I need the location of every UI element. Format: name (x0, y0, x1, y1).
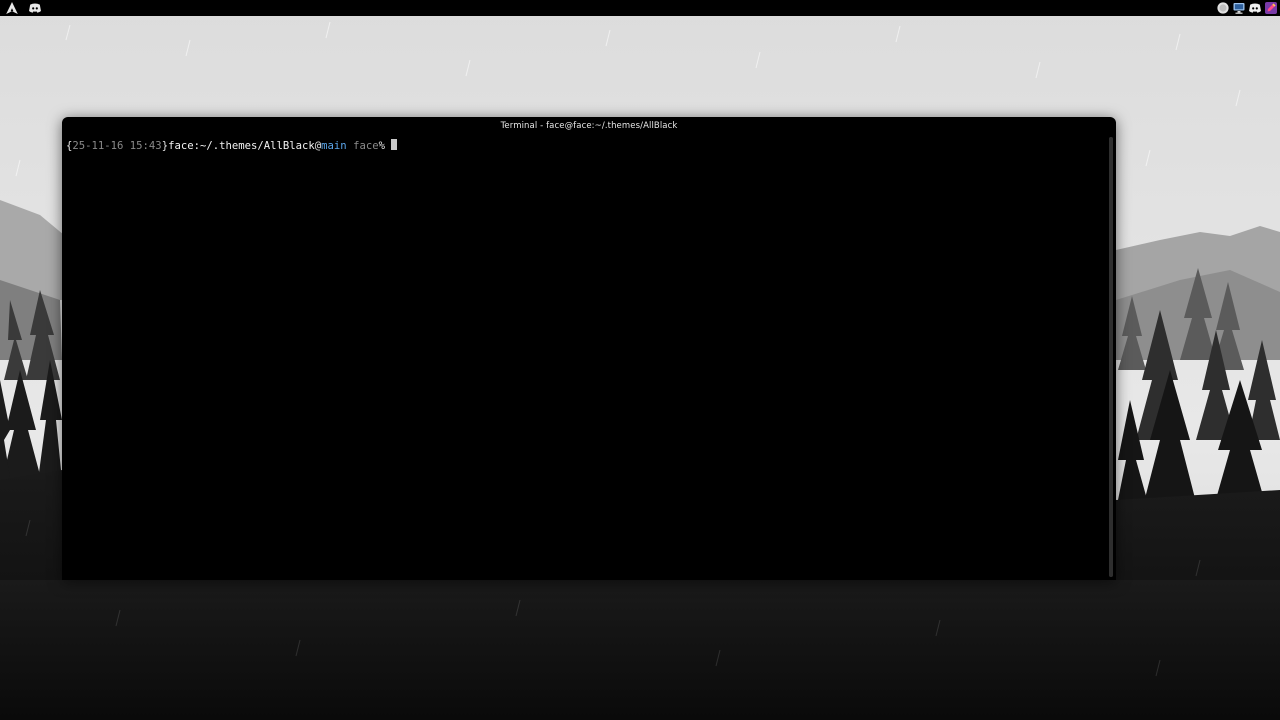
color-picker-icon[interactable] (1264, 1, 1278, 15)
circle-status-icon[interactable] (1216, 1, 1230, 15)
prompt-username: face (353, 140, 379, 152)
prompt-host-path: face:~/.themes/AllBlack (168, 140, 315, 152)
prompt-datetime: 25-11-16 15:43 (72, 140, 162, 152)
terminal-window[interactable]: Terminal - face@face:~/.themes/AllBlack … (62, 117, 1116, 580)
panel-left-area (0, 0, 42, 16)
discord-icon[interactable] (28, 1, 42, 15)
prompt-symbol: % (378, 140, 385, 152)
terminal-titlebar[interactable]: Terminal - face@face:~/.themes/AllBlack (62, 117, 1116, 134)
discord-tray-icon[interactable] (1248, 1, 1262, 15)
terminal-content-area[interactable]: {25-11-16 15:43}face:~/.themes/AllBlack@… (62, 134, 1108, 580)
terminal-scrollbar[interactable] (1109, 137, 1113, 577)
window-title: Terminal - face@face:~/.themes/AllBlack (500, 120, 678, 131)
system-tray (1216, 0, 1280, 16)
arch-logo-icon[interactable] (5, 1, 19, 15)
top-panel (0, 0, 1280, 16)
scrollbar-thumb[interactable] (1109, 137, 1113, 577)
network-icon[interactable] (1232, 1, 1246, 15)
prompt-git-branch: main (321, 140, 347, 152)
text-cursor (391, 139, 398, 150)
